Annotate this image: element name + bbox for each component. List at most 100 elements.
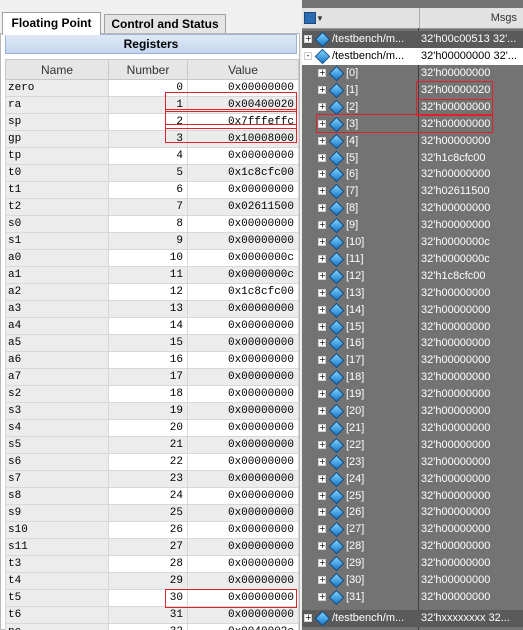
signal-row-element[interactable]: + [27] 32'h00000000 <box>302 521 523 538</box>
register-row[interactable]: t2 7 0x02611500 <box>5 198 299 216</box>
signal-row-element[interactable]: + [30] 32'h00000000 <box>302 572 523 589</box>
expand-icon[interactable]: + <box>318 102 326 111</box>
signal-row-element[interactable]: + [15] 32'h00000000 <box>302 319 523 336</box>
register-row[interactable]: t5 30 0x00000000 <box>5 589 299 607</box>
signal-row-element[interactable]: + [25] 32'h00000000 <box>302 488 523 505</box>
signal-row-element[interactable]: + [2] 32'h00000000 <box>302 99 523 116</box>
register-row[interactable]: a4 14 0x00000000 <box>5 317 299 335</box>
register-value[interactable]: 0x00000000 <box>187 436 299 454</box>
signal-row-element[interactable]: + [4] 32'h00000000 <box>302 133 523 150</box>
register-row[interactable]: s3 19 0x00000000 <box>5 402 299 420</box>
signal-row-element[interactable]: + [21] 32'h00000000 <box>302 420 523 437</box>
register-row[interactable]: s0 8 0x00000000 <box>5 215 299 233</box>
signal-row[interactable]: + /testbench/m... 32'h00c00513 32'... <box>302 31 523 48</box>
register-value[interactable]: 0x00000000 <box>187 555 299 573</box>
register-row[interactable]: s9 25 0x00000000 <box>5 504 299 522</box>
expand-icon[interactable]: + <box>318 491 326 500</box>
register-value[interactable]: 0x00000000 <box>187 606 299 624</box>
register-value[interactable]: 0x00000000 <box>187 470 299 488</box>
tab-control-and-status[interactable]: Control and Status <box>104 14 226 34</box>
register-value[interactable]: 0x7fffeffc <box>187 113 299 131</box>
register-row[interactable]: s10 26 0x00000000 <box>5 521 299 539</box>
registers-title[interactable]: Registers <box>5 34 297 54</box>
signal-row-element[interactable]: + [14] 32'h00000000 <box>302 302 523 319</box>
expand-icon[interactable]: + <box>318 440 326 449</box>
register-row[interactable]: t6 31 0x00000000 <box>5 606 299 624</box>
signal-row-element[interactable]: + [17] 32'h00000000 <box>302 352 523 369</box>
wave-toolbar-button[interactable]: ▼ <box>302 10 324 26</box>
register-row[interactable]: a3 13 0x00000000 <box>5 300 299 318</box>
expand-icon[interactable]: + <box>318 390 326 399</box>
tab-floating-point[interactable]: Floating Point <box>2 12 101 35</box>
expand-icon[interactable]: + <box>318 508 326 517</box>
register-value[interactable]: 0x00000000 <box>187 79 299 97</box>
expand-icon[interactable]: + <box>318 322 326 331</box>
signal-row-element[interactable]: + [0] 32'h00000000 <box>302 65 523 82</box>
expand-icon[interactable]: + <box>318 457 326 466</box>
register-value[interactable]: 0x0040002c <box>187 623 299 630</box>
signal-row-element[interactable]: + [7] 32'h02611500 <box>302 183 523 200</box>
expand-icon[interactable]: + <box>318 136 326 145</box>
signal-row[interactable]: + /testbench/m... 32'hxxxxxxxx 32... <box>302 610 523 627</box>
signal-row-element[interactable]: + [26] 32'h00000000 <box>302 504 523 521</box>
register-row[interactable]: s7 23 0x00000000 <box>5 470 299 488</box>
register-value[interactable]: 0x00000000 <box>187 147 299 165</box>
signal-row-element[interactable]: + [29] 32'h00000000 <box>302 555 523 572</box>
register-row[interactable]: t1 6 0x00000000 <box>5 181 299 199</box>
expand-icon[interactable]: + <box>318 305 326 314</box>
expand-icon[interactable]: + <box>318 474 326 483</box>
expand-icon[interactable]: + <box>318 221 326 230</box>
expand-icon[interactable]: + <box>318 576 326 584</box>
register-row[interactable]: a5 15 0x00000000 <box>5 334 299 352</box>
expand-icon[interactable]: + <box>318 271 326 280</box>
register-value[interactable]: 0x00000000 <box>187 453 299 471</box>
expand-icon[interactable]: + <box>318 559 326 568</box>
register-value[interactable]: 0x00000000 <box>187 300 299 318</box>
register-row[interactable]: pc320x0040002c <box>5 623 299 630</box>
register-row[interactable]: a0 10 0x0000000c <box>5 249 299 267</box>
register-row[interactable]: t4 29 0x00000000 <box>5 572 299 590</box>
register-value[interactable]: 0x00000000 <box>187 317 299 335</box>
register-value[interactable]: 0x00000000 <box>187 232 299 250</box>
register-row[interactable]: s11 27 0x00000000 <box>5 538 299 556</box>
signal-row-element[interactable]: + [5] 32'h1c8cfc00 <box>302 150 523 167</box>
signal-row-element[interactable]: + [3] 32'h00000000 <box>302 116 523 133</box>
expand-icon[interactable]: + <box>318 238 326 246</box>
expand-icon[interactable]: + <box>304 35 312 43</box>
register-row[interactable]: tp 4 0x00000000 <box>5 147 299 165</box>
register-row[interactable]: s6 22 0x00000000 <box>5 453 299 471</box>
signal-row-element[interactable]: + [20] 32'h00000000 <box>302 403 523 420</box>
register-row[interactable]: sp 2 0x7fffeffc <box>5 113 299 131</box>
register-value[interactable]: 0x00000000 <box>187 181 299 199</box>
register-row[interactable]: s5 21 0x00000000 <box>5 436 299 454</box>
expand-icon[interactable]: + <box>318 407 326 415</box>
expand-icon[interactable]: + <box>318 170 326 179</box>
expand-icon[interactable]: + <box>318 423 326 432</box>
register-value[interactable]: 0x00000000 <box>187 521 299 539</box>
column-header-name[interactable]: Name <box>5 59 109 80</box>
signal-row-element[interactable]: + [31] 32'h00000000 <box>302 589 523 606</box>
register-row[interactable]: s4 20 0x00000000 <box>5 419 299 437</box>
signal-row-element[interactable]: + [23] 32'h00000000 <box>302 454 523 471</box>
register-row[interactable]: zero 0 0x00000000 <box>5 79 299 97</box>
register-row[interactable]: s8 24 0x00000000 <box>5 487 299 505</box>
expand-icon[interactable]: + <box>304 614 312 622</box>
column-header-value[interactable]: Value <box>187 59 299 80</box>
register-value[interactable]: 0x00000000 <box>187 419 299 437</box>
expand-icon[interactable]: + <box>318 542 326 551</box>
register-value[interactable]: 0x00000000 <box>187 368 299 386</box>
register-value[interactable]: 0x00400020 <box>187 96 299 114</box>
signal-row-element[interactable]: + [19] 32'h00000000 <box>302 386 523 403</box>
register-row[interactable]: a2 12 0x1c8cfc00 <box>5 283 299 301</box>
signal-row-element[interactable]: + [12] 32'h1c8cfc00 <box>302 268 523 285</box>
register-value[interactable]: 0x0000000c <box>187 249 299 267</box>
signal-row-element[interactable]: + [11] 32'h0000000c <box>302 251 523 268</box>
register-row[interactable]: t3 28 0x00000000 <box>5 555 299 573</box>
expand-icon[interactable]: + <box>318 373 326 382</box>
expand-icon[interactable]: + <box>318 187 326 196</box>
signal-row-element[interactable]: + [9] 32'h00000000 <box>302 217 523 234</box>
register-value[interactable]: 0x00000000 <box>187 215 299 233</box>
signal-row-element[interactable]: + [28] 32'h00000000 <box>302 538 523 555</box>
expand-icon[interactable]: + <box>318 592 326 601</box>
signal-row-element[interactable]: + [10] 32'h0000000c <box>302 234 523 251</box>
